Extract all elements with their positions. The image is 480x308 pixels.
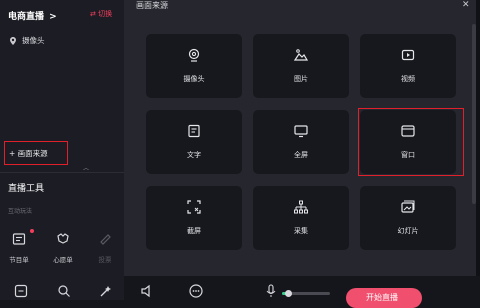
live-tools-header: 直播工具 — [0, 172, 124, 196]
source-item-label: 摄像头 — [22, 36, 45, 45]
tool-program-list[interactable]: 节目单 — [6, 231, 32, 264]
option-label: 全屏 — [294, 151, 308, 159]
switch-mode-button[interactable]: ⇄ 切换 — [90, 9, 112, 19]
mode-selector[interactable]: 电商直播 > — [8, 9, 57, 22]
option-label: 幻灯片 — [397, 227, 419, 235]
add-source-button[interactable]: + 画面来源 — [4, 141, 68, 165]
left-header: 电商直播 > ⇄ 切换 — [0, 0, 124, 30]
source-picker-dialog: 画面来源 摄像头 图片 视频 文字 全屏 窗口 截屏 采集 幻灯片 — [124, 0, 476, 276]
microphone-icon[interactable] — [266, 284, 276, 298]
vote-icon — [100, 234, 111, 245]
source-option-capture[interactable]: 采集 — [253, 186, 349, 250]
speaker-icon[interactable] — [140, 284, 154, 298]
start-live-button[interactable]: 开始直播 — [346, 288, 422, 308]
capture-icon — [294, 200, 308, 214]
option-label: 图片 — [294, 75, 308, 83]
slideshow-icon — [401, 200, 415, 213]
camera-icon — [188, 48, 200, 62]
chevron-right-icon: > — [49, 12, 57, 22]
switch-icon: ⇄ — [90, 10, 96, 18]
source-option-image[interactable]: 图片 — [253, 34, 349, 98]
source-option-screenshot[interactable]: 截屏 — [146, 186, 242, 250]
video-icon — [401, 49, 415, 61]
magic-icon[interactable] — [99, 284, 113, 298]
option-label: 摄像头 — [183, 75, 205, 83]
notification-badge — [30, 229, 34, 233]
source-item-camera[interactable]: 摄像头 — [10, 35, 45, 46]
live-tools-title: 直播工具 — [8, 184, 45, 194]
option-label: 截屏 — [187, 227, 201, 235]
tool-label: 节目单 — [9, 256, 29, 264]
mode-label: 电商直播 — [8, 12, 45, 22]
dialog-title: 画面来源 — [136, 1, 168, 10]
interactive-section-label: 互动玩法 — [8, 208, 33, 215]
left-panel: 电商直播 > ⇄ 切换 摄像头 + 画面来源 ︿ 直播工具 互动玩法 节目单 心… — [0, 0, 124, 300]
option-label: 文字 — [187, 151, 201, 159]
program-list-icon — [12, 233, 26, 245]
search-icon[interactable] — [57, 284, 71, 298]
source-option-text[interactable]: 文字 — [146, 110, 242, 174]
mic-volume-knob[interactable] — [284, 290, 292, 297]
source-option-slideshow[interactable]: 幻灯片 — [360, 186, 456, 250]
bottom-bar — [124, 276, 480, 300]
switch-label: 切换 — [98, 10, 113, 18]
close-icon[interactable]: ✕ — [462, 0, 470, 10]
text-icon — [188, 124, 200, 138]
source-option-video[interactable]: 视频 — [360, 34, 456, 98]
location-pin-icon — [10, 36, 16, 45]
option-label: 视频 — [401, 75, 415, 83]
tool-vote[interactable]: 投票 — [92, 231, 118, 264]
image-icon — [294, 49, 308, 61]
tool-icon-partial[interactable] — [14, 284, 28, 298]
add-source-label: + 画面来源 — [9, 149, 48, 158]
chevron-up-icon[interactable]: ︿ — [83, 163, 89, 172]
wish-list-icon — [57, 233, 69, 244]
screenshot-icon — [187, 200, 201, 214]
fullscreen-icon — [294, 125, 308, 138]
scrollbar[interactable] — [472, 24, 476, 204]
source-option-fullscreen[interactable]: 全屏 — [253, 110, 349, 174]
selection-highlight — [358, 108, 464, 176]
more-icon[interactable] — [189, 284, 203, 298]
tool-wish-list[interactable]: 心愿单 — [50, 231, 76, 264]
mic-volume-slider[interactable] — [282, 290, 330, 297]
tool-label: 心愿单 — [53, 256, 73, 264]
option-label: 采集 — [294, 227, 308, 235]
start-live-label: 开始直播 — [366, 293, 398, 302]
tool-label: 投票 — [98, 256, 112, 264]
source-option-camera[interactable]: 摄像头 — [146, 34, 242, 98]
